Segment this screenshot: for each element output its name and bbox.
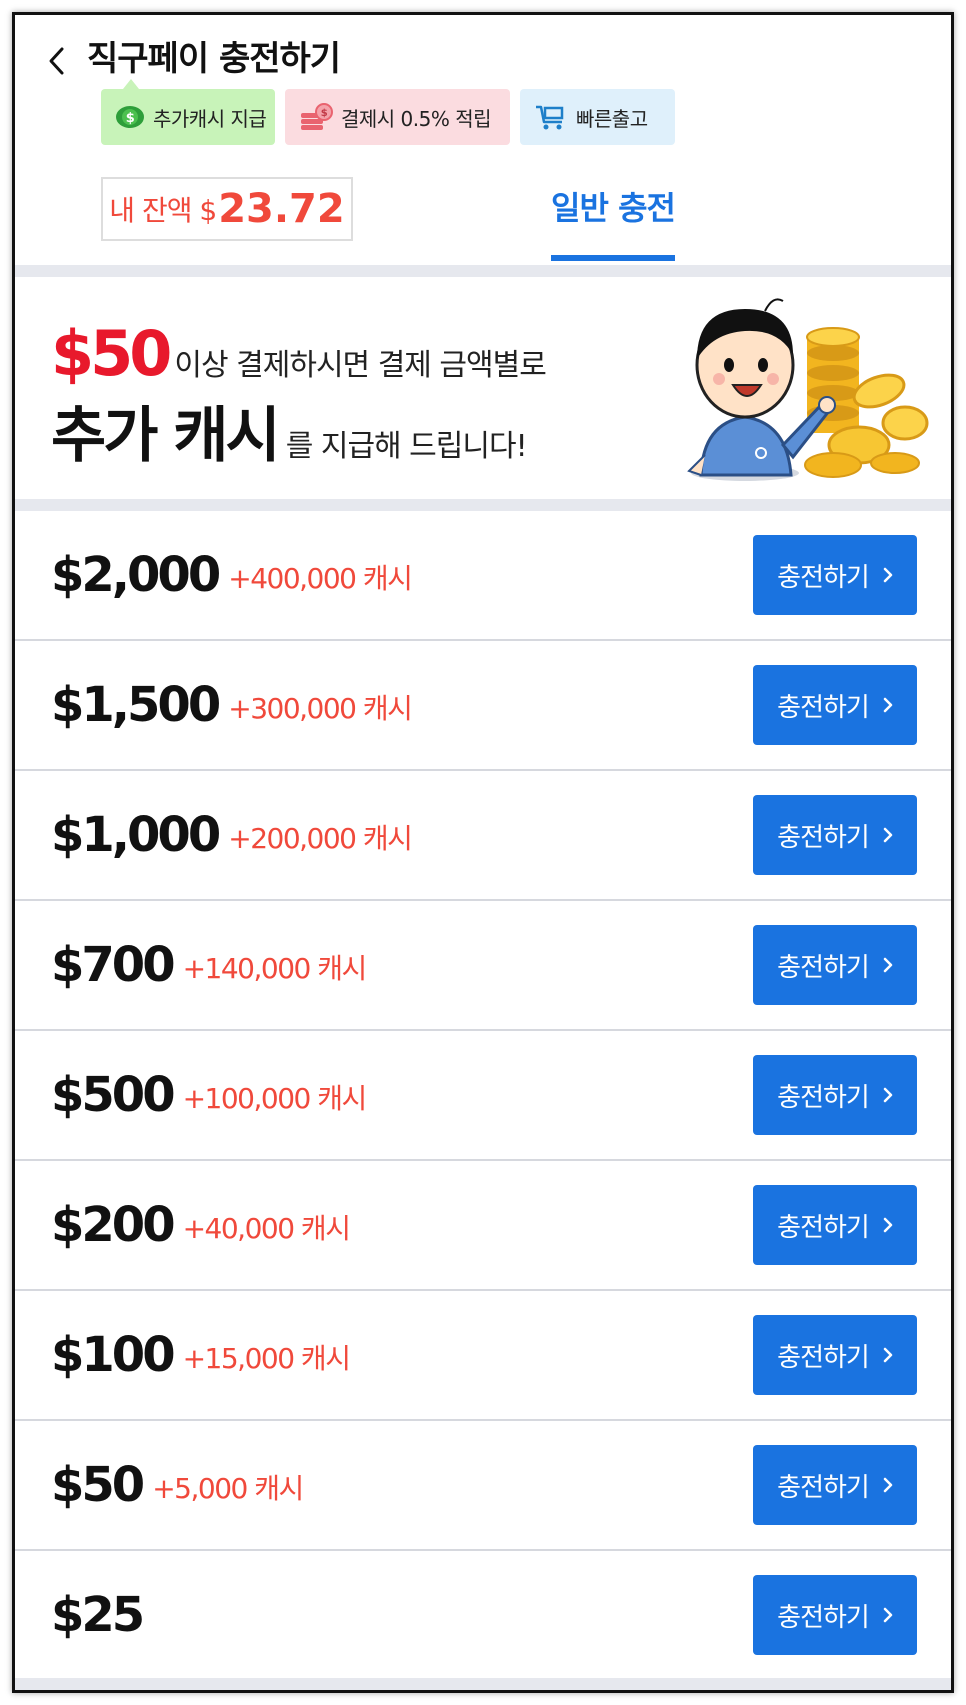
charge-button-label: 충전하기 xyxy=(777,822,870,853)
balance-amount: 23.72 xyxy=(218,186,345,232)
charge-amount: $1,500 xyxy=(51,677,221,733)
page: 직구페이 충전하기 $ 추가캐시 지급 $ 결제시 0.5% 적립 빠른출고 내… xyxy=(0,0,966,1705)
charge-amount: $50 xyxy=(51,1457,145,1513)
phone-screen: 직구페이 충전하기 $ 추가캐시 지급 $ 결제시 0.5% 적립 빠른출고 내… xyxy=(12,12,954,1693)
badge-reward-points: $ 결제시 0.5% 적립 xyxy=(285,89,510,145)
charge-button-label: 충전하기 xyxy=(777,1212,870,1243)
bonus-cash: +5,000 캐시 xyxy=(152,1472,304,1505)
charge-button-label: 충전하기 xyxy=(777,1082,870,1113)
promo-highlight: 추가 캐시 xyxy=(51,401,281,471)
bonus-cash: +300,000 캐시 xyxy=(228,692,413,725)
coin-stack-icon: $ xyxy=(299,103,333,131)
bonus-cash: +40,000 캐시 xyxy=(182,1212,351,1245)
charge-button[interactable]: 충전하기 xyxy=(753,1575,917,1655)
bonus-cash: +100,000 캐시 xyxy=(182,1082,368,1115)
charge-button[interactable]: 충전하기 xyxy=(753,665,917,745)
section-divider xyxy=(15,265,951,277)
charge-option-row: $700 +140,000 캐시 충전하기 xyxy=(15,901,951,1031)
charge-button-label: 충전하기 xyxy=(777,1602,870,1633)
cart-icon xyxy=(534,103,568,131)
charge-amount: $100 xyxy=(51,1327,176,1383)
charge-option-row: $100 +15,000 캐시 충전하기 xyxy=(15,1291,951,1421)
promo-banner: $50 이상 결제하시면 결제 금액별로 추가 캐시 를 지급해 드립니다! xyxy=(15,277,951,499)
tab-general-charge[interactable]: 일반 충전 xyxy=(551,185,676,261)
back-button[interactable] xyxy=(37,37,77,85)
charge-button-label: 충전하기 xyxy=(777,692,870,723)
chevron-right-icon xyxy=(883,1217,893,1233)
balance-box: 내 잔액 $ 23.72 xyxy=(101,177,353,241)
charge-option-row: $1,500 +300,000 캐시 충전하기 xyxy=(15,641,951,771)
charge-button[interactable]: 충전하기 xyxy=(753,535,917,615)
feature-badges: $ 추가캐시 지급 $ 결제시 0.5% 적립 빠른출고 xyxy=(101,79,675,145)
charge-amount: $1,000 xyxy=(51,807,221,863)
chevron-right-icon xyxy=(883,827,893,843)
charge-button[interactable]: 충전하기 xyxy=(753,1055,917,1135)
promo-line-2: 추가 캐시 를 지급해 드립니다! xyxy=(51,387,528,474)
charge-amount: $700 xyxy=(51,937,176,993)
bonus-cash: +400,000 캐시 xyxy=(228,562,413,595)
charge-option-row: $2,000 +400,000 캐시 충전하기 xyxy=(15,511,951,641)
charge-button-label: 충전하기 xyxy=(777,1342,870,1373)
charge-button[interactable]: 충전하기 xyxy=(753,795,917,875)
charge-option-row: $200 +40,000 캐시 충전하기 xyxy=(15,1161,951,1291)
tab-label: 일반 충전 xyxy=(551,189,676,227)
chevron-right-icon xyxy=(883,1477,893,1493)
promo-text: 를 지급해 드립니다! xyxy=(285,429,528,464)
charge-amount: $2,000 xyxy=(51,547,221,603)
charge-button[interactable]: 충전하기 xyxy=(753,1445,917,1525)
dollar-coin-icon: $ xyxy=(115,104,145,130)
charge-option-row: $25 충전하기 xyxy=(15,1551,951,1681)
charge-button-label: 충전하기 xyxy=(777,952,870,983)
charge-button-label: 충전하기 xyxy=(777,562,870,593)
charge-amount: $500 xyxy=(51,1067,176,1123)
chevron-right-icon xyxy=(883,1347,893,1363)
charge-button[interactable]: 충전하기 xyxy=(753,1185,917,1265)
promo-line-1: $50 이상 결제하시면 결제 금액별로 xyxy=(51,317,547,390)
badge-label: 추가캐시 지급 xyxy=(153,106,267,131)
chevron-left-icon xyxy=(49,47,64,75)
badge-extra-cash: $ 추가캐시 지급 xyxy=(101,79,275,145)
mascot-with-coins-illustration xyxy=(687,298,929,481)
chevron-right-icon xyxy=(883,697,893,713)
chevron-right-icon xyxy=(883,567,893,583)
badge-label: 빠른출고 xyxy=(576,106,648,131)
bonus-cash: +200,000 캐시 xyxy=(228,822,413,855)
chevron-right-icon xyxy=(883,1087,893,1103)
promo-text: 이상 결제하시면 결제 금액별로 xyxy=(174,348,546,383)
svg-text:$: $ xyxy=(321,108,328,119)
tab-active-indicator xyxy=(551,255,675,261)
charge-option-row: $500 +100,000 캐시 충전하기 xyxy=(15,1031,951,1161)
header: 직구페이 충전하기 $ 추가캐시 지급 $ 결제시 0.5% 적립 빠른출고 내… xyxy=(15,15,951,265)
charge-button[interactable]: 충전하기 xyxy=(753,1315,917,1395)
charge-options-list: $2,000 +400,000 캐시 충전하기 $1,500 +300,000 … xyxy=(15,511,951,1681)
charge-button[interactable]: 충전하기 xyxy=(753,925,917,1005)
bonus-cash: +140,000 캐시 xyxy=(182,952,368,985)
charge-button-label: 충전하기 xyxy=(777,1472,870,1503)
bottom-divider xyxy=(15,1678,951,1690)
charge-amount: $200 xyxy=(51,1197,176,1253)
charge-amount: $25 xyxy=(51,1587,145,1643)
chevron-right-icon xyxy=(883,1607,893,1623)
chevron-right-icon xyxy=(883,957,893,973)
section-divider xyxy=(15,499,951,511)
bonus-cash: +15,000 캐시 xyxy=(182,1342,351,1375)
page-title: 직구페이 충전하기 xyxy=(87,39,341,79)
promo-amount: $50 xyxy=(51,317,172,390)
badge-fast-shipping: 빠른출고 xyxy=(520,89,675,145)
svg-text:$: $ xyxy=(126,111,135,126)
badge-label: 결제시 0.5% 적립 xyxy=(341,106,492,131)
charge-option-row: $1,000 +200,000 캐시 충전하기 xyxy=(15,771,951,901)
balance-label: 내 잔액 $ xyxy=(109,194,217,227)
charge-option-row: $50 +5,000 캐시 충전하기 xyxy=(15,1421,951,1551)
